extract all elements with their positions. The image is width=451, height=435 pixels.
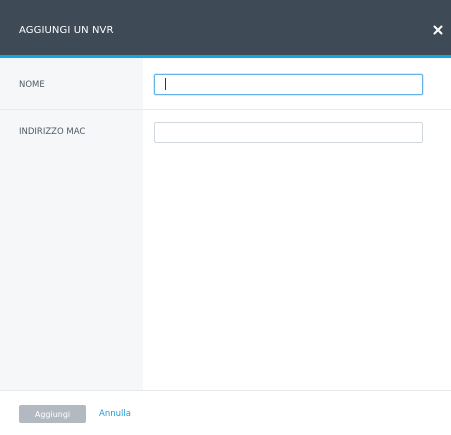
field-column bbox=[143, 58, 451, 390]
mac-address-input[interactable] bbox=[154, 122, 423, 143]
name-input[interactable] bbox=[154, 74, 423, 95]
dialog-header: AGGIUNGI UN NVR bbox=[0, 0, 451, 58]
add-button[interactable]: Aggiungi bbox=[19, 405, 86, 423]
close-button[interactable] bbox=[431, 22, 445, 38]
text-caret bbox=[165, 78, 166, 90]
label-column bbox=[0, 58, 143, 390]
close-icon bbox=[433, 25, 443, 35]
name-label: NOME bbox=[19, 80, 45, 90]
row-divider bbox=[0, 109, 451, 110]
mac-address-label: INDIRIZZO MAC bbox=[19, 127, 86, 137]
cancel-link[interactable]: Annulla bbox=[99, 405, 131, 423]
dialog-title: AGGIUNGI UN NVR bbox=[19, 25, 114, 36]
dialog-footer: Aggiungi Annulla bbox=[0, 390, 451, 435]
add-nvr-dialog: AGGIUNGI UN NVR NOME INDIRIZZO MAC Aggiu… bbox=[0, 0, 451, 435]
